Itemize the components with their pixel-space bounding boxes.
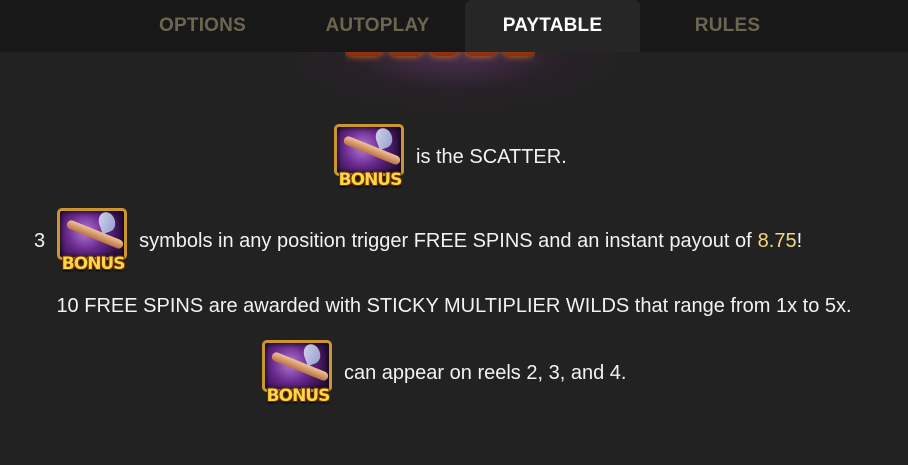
trigger-line: 3 BONUS symbols in any position trigger …: [34, 208, 802, 274]
paytable-screen: OPTIONS AUTOPLAY PAYTABLE RULES BONUS is…: [0, 0, 908, 465]
payout-suffix: !: [796, 229, 803, 252]
free-spins-text: 10 FREE SPINS are awarded with STICKY MU…: [56, 295, 852, 317]
trigger-text: symbols in any position trigger FREE SPI…: [139, 229, 752, 252]
tab-options[interactable]: OPTIONS: [115, 0, 290, 52]
free-spins-line: 10 FREE SPINS are awarded with STICKY MU…: [0, 295, 908, 318]
trigger-count: 3: [34, 229, 46, 252]
payout-value: 8.75: [757, 229, 797, 252]
bonus-symbol-icon: BONUS: [260, 340, 336, 406]
reels-line: BONUS can appear on reels 2, 3, and 4.: [260, 340, 626, 406]
tab-paytable[interactable]: PAYTABLE: [465, 0, 640, 52]
tab-autoplay[interactable]: AUTOPLAY: [290, 0, 465, 52]
reels-text: can appear on reels 2, 3, and 4.: [344, 361, 627, 384]
tab-rules[interactable]: RULES: [640, 0, 815, 52]
scatter-line: BONUS is the SCATTER.: [332, 124, 567, 190]
scatter-text: is the SCATTER.: [416, 145, 567, 168]
bonus-symbol-icon: BONUS: [332, 124, 408, 190]
tab-bar: OPTIONS AUTOPLAY PAYTABLE RULES: [0, 0, 908, 52]
bonus-symbol-icon: BONUS: [55, 208, 131, 274]
